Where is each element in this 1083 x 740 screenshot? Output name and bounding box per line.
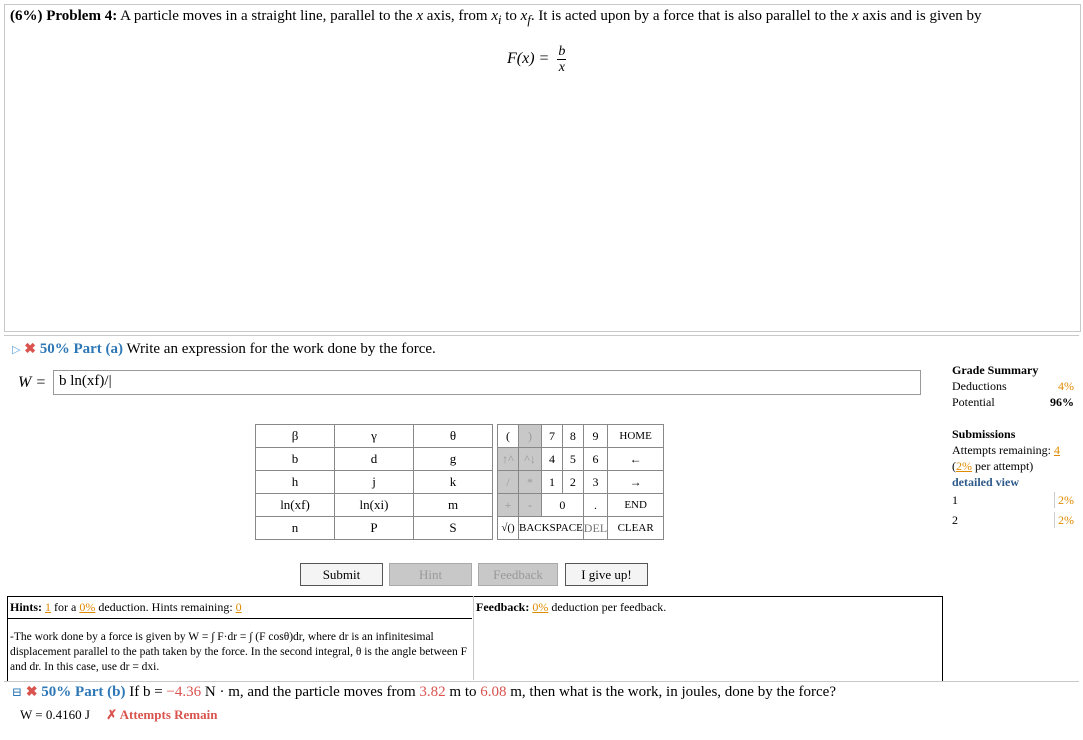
collapse-icon[interactable]: ⊟ (12, 685, 22, 699)
key-j[interactable]: j (334, 470, 414, 494)
part-a-header: ▷ ✖ 50% Part (a) Write an expression for… (4, 335, 1079, 364)
key-minus[interactable]: - (517, 493, 543, 517)
key-ln-xf[interactable]: ln(xf) (255, 493, 335, 517)
incorrect-x-icon: ✖ (24, 342, 36, 357)
feedback-summary: Feedback: 0% deduction per feedback. (476, 600, 667, 614)
divider (473, 596, 474, 680)
key-4[interactable]: 4 (541, 447, 563, 471)
problem-weight: (6%) (10, 8, 43, 24)
part-a-weight: 50% Part (a) (39, 341, 124, 357)
key-7[interactable]: 7 (541, 424, 563, 448)
problem-label: Problem 4: (46, 8, 118, 24)
variable-keypad: β γ θ b d g h j k ln(xf) ln(xi) m n P S (255, 424, 493, 540)
key-2[interactable]: 2 (561, 470, 584, 494)
detailed-view-link[interactable]: detailed view (952, 474, 1074, 490)
key-6[interactable]: 6 (582, 447, 609, 471)
key-s[interactable]: S (413, 516, 493, 540)
key-up[interactable]: ↑^ (497, 447, 519, 471)
key-8[interactable]: 8 (561, 424, 584, 448)
key-dot[interactable]: . (582, 493, 609, 517)
key-h[interactable]: h (255, 470, 335, 494)
feedback-button[interactable]: Feedback (478, 563, 558, 586)
part-b-weight: 50% Part (b) (41, 684, 126, 700)
key-0[interactable]: 0 (541, 493, 584, 517)
hint-text: -The work done by a force is given by W … (10, 631, 468, 673)
key-n[interactable]: n (255, 516, 335, 540)
key-left-arrow[interactable]: ← (607, 447, 665, 471)
key-theta[interactable]: θ (413, 424, 493, 448)
key-ln-xi[interactable]: ln(xi) (334, 493, 414, 517)
key-sqrt[interactable]: √() (497, 516, 519, 540)
attempts-remain-status: ✗ Attempts Remain (106, 707, 218, 722)
part-a-question: Write an expression for the work done by… (126, 341, 436, 357)
key-3[interactable]: 3 (582, 470, 609, 494)
key-5[interactable]: 5 (561, 447, 584, 471)
divider (8, 618, 472, 619)
key-right-arrow[interactable]: → (607, 470, 665, 494)
answer-input[interactable]: b ln(xf)/| (53, 370, 921, 395)
key-plus[interactable]: + (497, 493, 519, 517)
key-multiply[interactable]: * (517, 470, 543, 494)
key-close-paren[interactable]: ) (517, 424, 543, 448)
key-1[interactable]: 1 (541, 470, 563, 494)
key-9[interactable]: 9 (582, 424, 609, 448)
part-b-result: W = 0.4160 J ✗ Attempts Remain (20, 707, 218, 722)
submit-button[interactable]: Submit (300, 563, 383, 586)
answer-label: W = (18, 374, 47, 391)
key-home[interactable]: HOME (607, 424, 665, 448)
hints-summary: Hints: 1 for a 0% deduction. Hints remai… (10, 600, 242, 614)
key-k[interactable]: k (413, 470, 493, 494)
key-open-paren[interactable]: ( (497, 424, 519, 448)
part-b-header: ⊟ ✖ 50% Part (b) If b = −4.36 N · m, and… (4, 681, 1079, 700)
key-d[interactable]: d (334, 447, 414, 471)
numeric-keypad: ( ) 7 8 9 HOME ↑^ ^↓ 4 5 6 ← / * 1 2 3 →… (497, 424, 665, 540)
give-up-button[interactable]: I give up! (565, 563, 648, 586)
key-m[interactable]: m (413, 493, 493, 517)
hint-button[interactable]: Hint (389, 563, 472, 586)
key-end[interactable]: END (607, 493, 665, 517)
key-p[interactable]: P (334, 516, 414, 540)
key-beta[interactable]: β (255, 424, 335, 448)
key-gamma[interactable]: γ (334, 424, 414, 448)
force-formula: F(x) = bx (507, 44, 567, 75)
problem-title: (6%) Problem 4: A particle moves in a st… (10, 8, 982, 27)
key-backspace[interactable]: BACKSPACE (518, 516, 584, 540)
key-b[interactable]: b (255, 447, 335, 471)
incorrect-x-icon: ✖ (25, 685, 38, 700)
key-divide[interactable]: / (497, 470, 519, 494)
expand-triangle-icon[interactable]: ▷ (12, 344, 20, 356)
key-del[interactable]: DEL (582, 516, 609, 540)
grade-summary: Grade Summary Deductions 4% Potential 96% … (952, 363, 1074, 528)
key-down[interactable]: ^↓ (517, 447, 543, 471)
key-clear[interactable]: CLEAR (607, 516, 665, 540)
key-g[interactable]: g (413, 447, 493, 471)
